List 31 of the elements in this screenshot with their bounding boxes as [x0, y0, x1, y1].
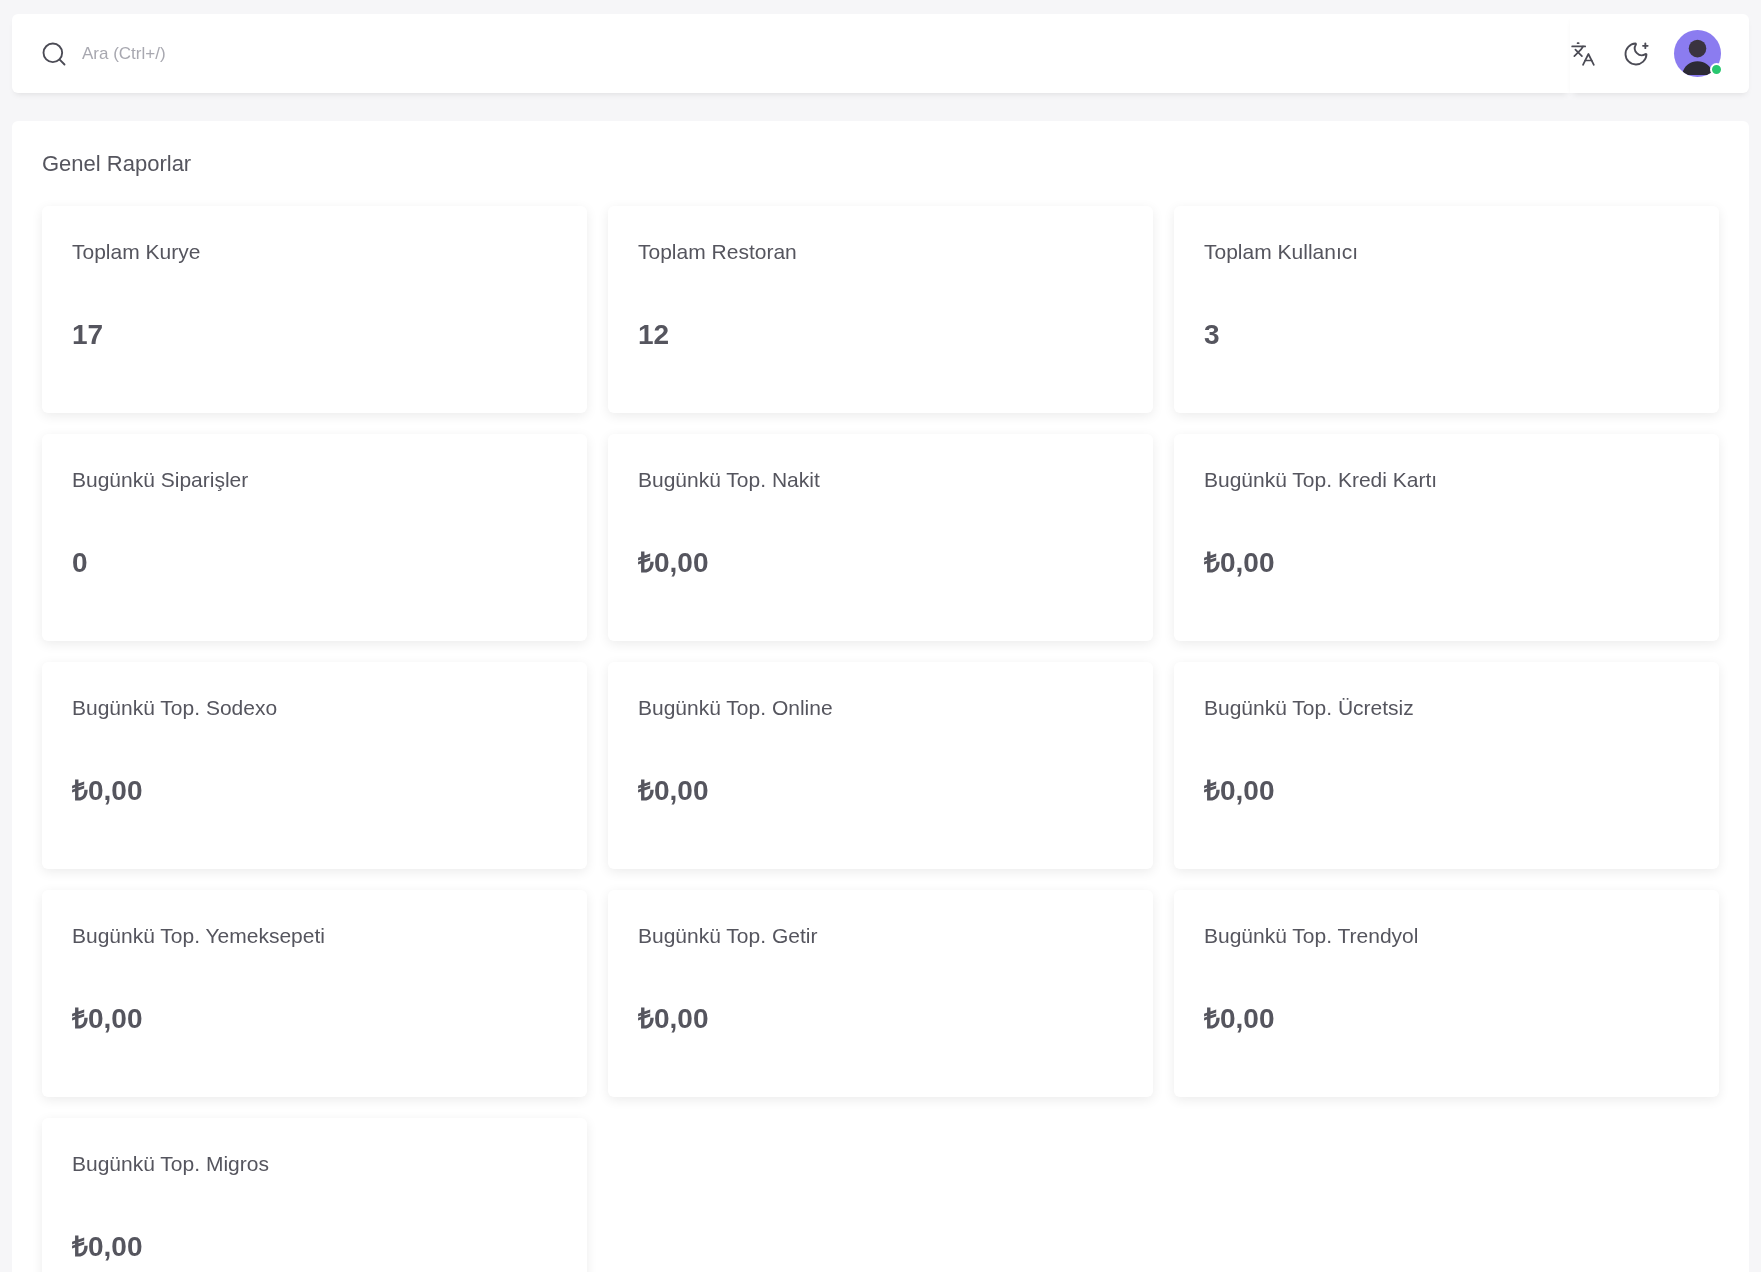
stat-label: Bugünkü Top. Sodexo — [72, 695, 279, 721]
stat-label: Bugünkü Top. Migros — [72, 1151, 270, 1177]
stat-value: ₺0,00 — [1204, 1001, 1276, 1036]
avatar[interactable] — [1674, 30, 1721, 77]
stat-label: Toplam Restoran — [638, 239, 798, 265]
stat-label: Bugünkü Siparişler — [72, 467, 250, 493]
stat-value: ₺0,00 — [1204, 773, 1276, 808]
stat-label: Bugünkü Top. Getir — [638, 923, 819, 949]
search-input[interactable]: Ara (Ctrl+/) — [82, 40, 1570, 67]
stat-label: Bugünkü Top. Trendyol — [1204, 923, 1420, 949]
stat-value: ₺0,00 — [638, 545, 710, 580]
stat-value: ₺0,00 — [638, 1001, 710, 1036]
stat-label: Bugünkü Top. Online — [638, 695, 834, 721]
translate-icon[interactable] — [1570, 40, 1596, 67]
stat-value: ₺0,00 — [72, 773, 144, 808]
stat-value: 12 — [638, 317, 671, 352]
stat-label: Bugünkü Top. Yemeksepeti — [72, 923, 326, 949]
stat-value: 0 — [72, 545, 89, 580]
stat-label: Bugünkü Top. Kredi Kartı — [1204, 467, 1439, 493]
stat-label: Toplam Kurye — [72, 239, 202, 265]
stat-label: Bugünkü Top. Ücretsiz — [1204, 695, 1415, 721]
search-field[interactable]: Ara (Ctrl+/) — [12, 14, 1570, 93]
stat-label: Bugünkü Top. Nakit — [638, 467, 821, 493]
stat-value: ₺0,00 — [72, 1229, 144, 1264]
section-title: Genel Raporlar — [42, 150, 193, 178]
stat-value: ₺0,00 — [638, 773, 710, 808]
stat-value: ₺0,00 — [1204, 545, 1276, 580]
stat-value: 3 — [1204, 317, 1221, 352]
stat-value: ₺0,00 — [72, 1001, 144, 1036]
stat-value: 17 — [72, 317, 105, 352]
stat-label: Toplam Kullanıcı — [1204, 239, 1360, 265]
